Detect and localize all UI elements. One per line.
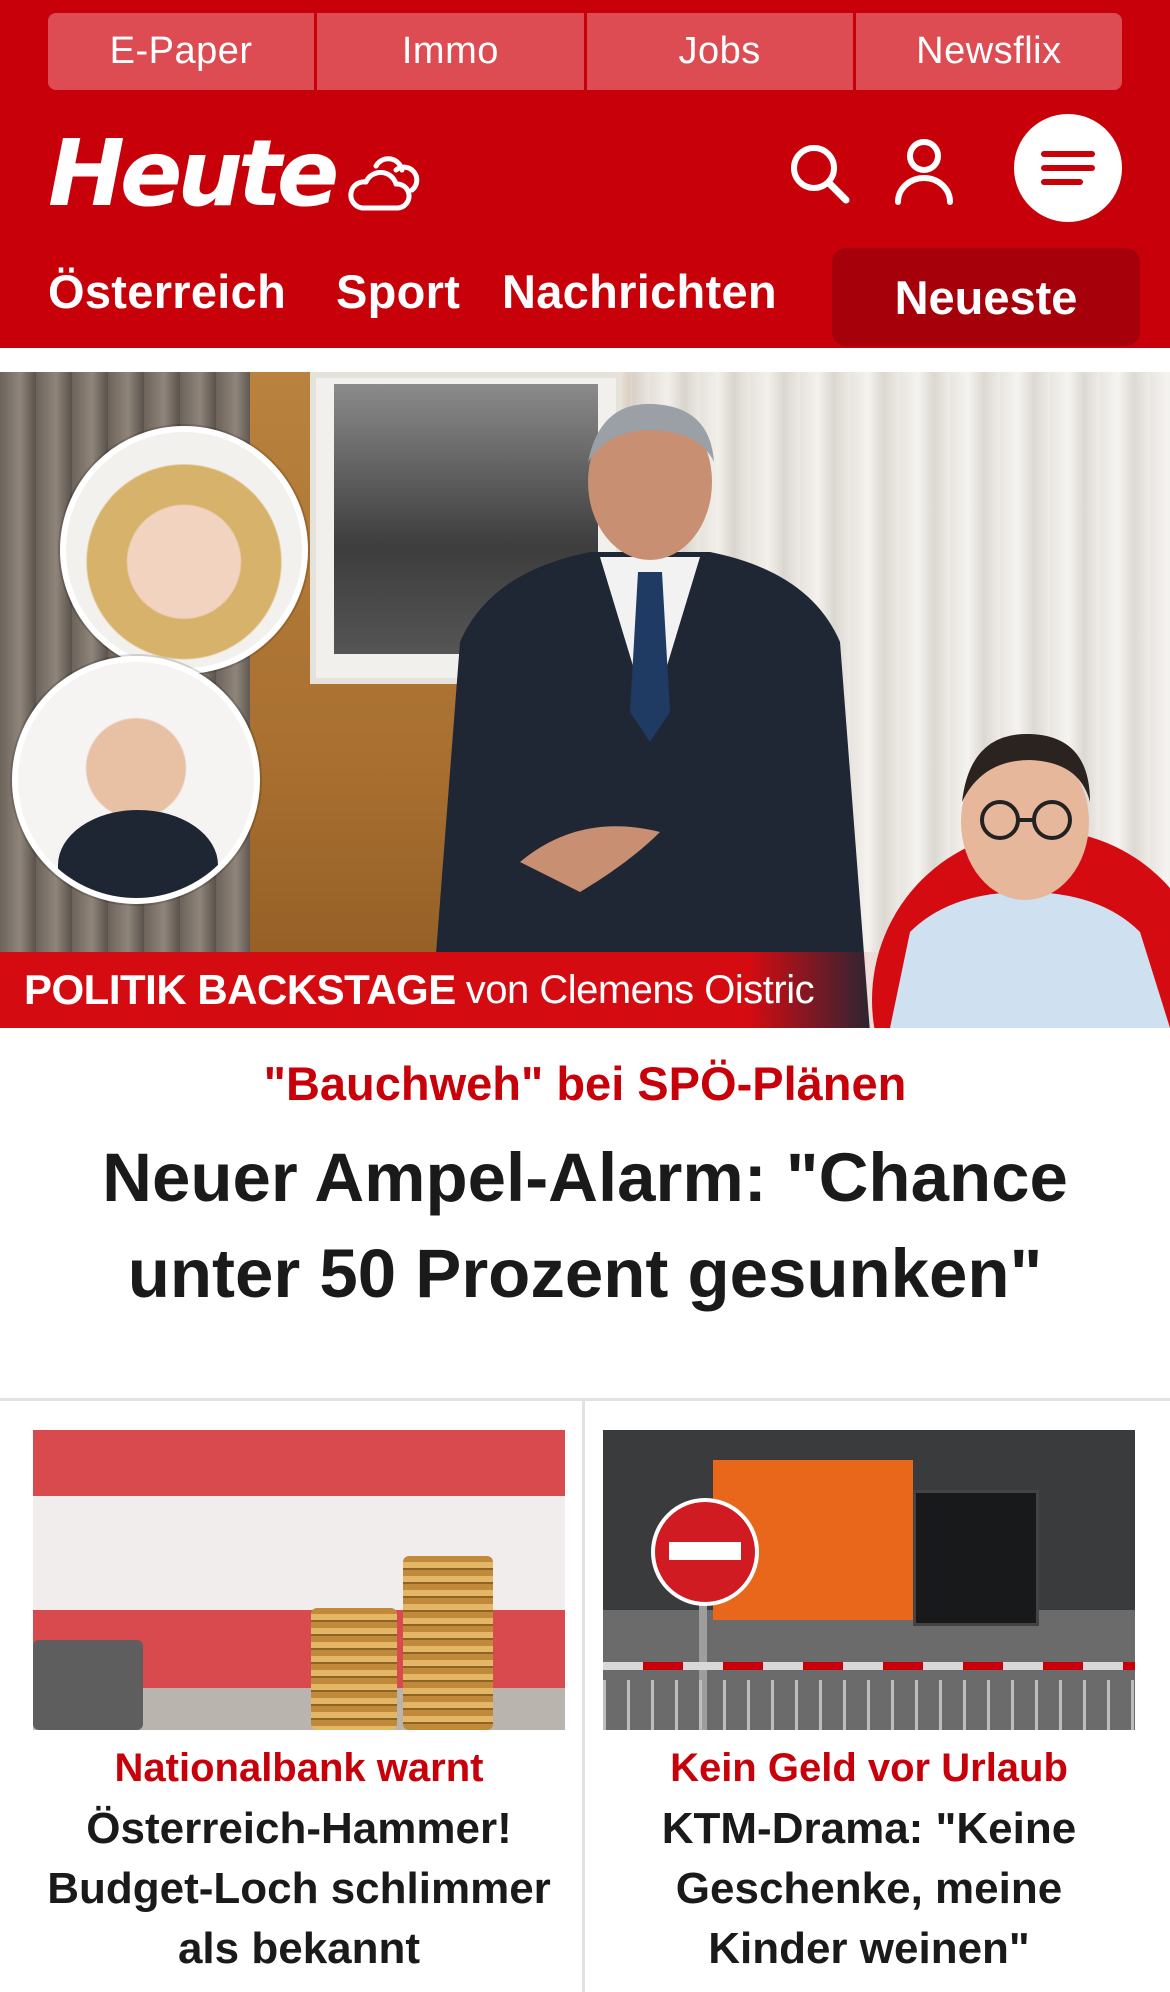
grid-divider-vertical	[582, 1398, 585, 1992]
hero-image[interactable]: POLITIK BACKSTAGE von Clemens Oistric	[0, 372, 1170, 1028]
nav-item-sport[interactable]: Sport	[336, 268, 460, 315]
site-header: E-Paper Immo Jobs Newsflix Heute Österre…	[0, 0, 1170, 348]
lead-article-kicker[interactable]: "Bauchweh" bei SPÖ-Plänen	[0, 1056, 1170, 1111]
quicklink-immo[interactable]: Immo	[317, 13, 587, 90]
lead-article-title[interactable]: Neuer Ampel-Alarm: "Chance unter 50 Proz…	[60, 1130, 1110, 1322]
no-entry-sign-icon	[651, 1498, 759, 1606]
teaser-title: Österreich-Hammer! Budget-Loch schlimmer…	[47, 1804, 551, 1973]
quick-links-bar: E-Paper Immo Jobs Newsflix	[48, 13, 1122, 90]
nav-item-neueste[interactable]: Neueste	[832, 248, 1140, 346]
weather-cloud-icon[interactable]	[346, 148, 422, 214]
portrait-woman	[60, 426, 308, 674]
barrier	[603, 1662, 1135, 1670]
quicklink-epaper[interactable]: E-Paper	[48, 13, 318, 90]
teaser-image-coins[interactable]	[33, 1430, 565, 1730]
grid-divider-horizontal	[0, 1398, 1170, 1401]
black-truck-cab	[913, 1490, 1039, 1626]
search-icon[interactable]	[786, 140, 852, 206]
teaser-title: KTM-Drama: "Keine Geschenke, meine Kinde…	[661, 1804, 1077, 1973]
politik-backstage-banner: POLITIK BACKSTAGE von Clemens Oistric	[0, 952, 880, 1028]
user-icon[interactable]	[892, 136, 956, 206]
author-photo	[890, 733, 1170, 1028]
banner-title: POLITIK BACKSTAGE	[24, 966, 456, 1013]
teaser-kicker: Kein Geld vor Urlaub	[670, 1746, 1068, 1790]
teaser-card-ktm[interactable]: Kein Geld vor Urlaub KTM-Drama: "Keine G…	[603, 1430, 1135, 1979]
hero-main-person	[430, 403, 870, 1028]
teaser-image-depot[interactable]	[603, 1430, 1135, 1730]
menu-icon	[1041, 151, 1095, 185]
nav-item-oesterreich[interactable]: Österreich	[48, 268, 286, 315]
coin-stack-right	[403, 1556, 493, 1730]
main-nav: Österreich Sport Nachrichten Neueste	[0, 248, 1170, 348]
teaser-card-nationalbank[interactable]: Nationalbank warnt Österreich-Hammer! Bu…	[33, 1430, 565, 1979]
quicklink-jobs[interactable]: Jobs	[586, 13, 856, 90]
nav-item-nachrichten[interactable]: Nachrichten	[502, 268, 777, 315]
fence-railing	[603, 1680, 1135, 1730]
quicklink-newsflix[interactable]: Newsflix	[855, 13, 1122, 90]
portrait-man	[12, 656, 260, 904]
brand-row: Heute	[0, 110, 1170, 240]
banner-author: von Clemens Oistric	[465, 967, 815, 1012]
site-logo[interactable]: Heute	[48, 128, 339, 220]
coin-stack-left	[311, 1608, 397, 1730]
calculator-shape	[33, 1640, 143, 1730]
teaser-kicker: Nationalbank warnt	[114, 1746, 484, 1790]
menu-button[interactable]	[1014, 114, 1122, 222]
